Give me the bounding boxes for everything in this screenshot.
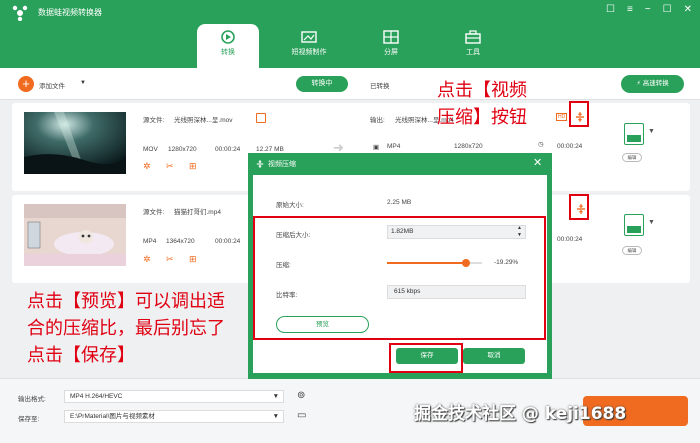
info-icon[interactable] [256, 113, 266, 123]
highlight-compress-1 [569, 101, 589, 127]
chevron-down-icon: ▼ [272, 393, 279, 400]
output-resolution: 1280x720 [454, 143, 483, 150]
add-file-button[interactable]: + [18, 76, 34, 92]
watermark: 掘金技术社区 @ keji1688 [414, 404, 627, 424]
cancel-button[interactable]: 取消 [463, 348, 525, 364]
source-resolution: 1364x720 [166, 238, 195, 245]
close-icon[interactable]: ✕ [684, 4, 692, 15]
output-format-select[interactable]: MP4 H.264/HEVC ▼ [64, 390, 284, 403]
source-size: 12.27 MB [256, 146, 284, 153]
add-file-label[interactable]: 添加文件 [39, 80, 65, 90]
annotation-line: 点击【预览】可以调出适 [27, 291, 225, 312]
tab-split-screen[interactable]: 分屏 [360, 24, 422, 68]
format-dropdown-icon[interactable]: ▼ [648, 219, 655, 226]
tab-short-video-label: 短视频制作 [291, 49, 327, 56]
source-duration: 00:00:24 [215, 146, 241, 153]
menu-icon[interactable]: ≡ [627, 4, 633, 15]
title-bar [0, 0, 700, 68]
source-label: 源文件: [143, 117, 165, 124]
window-controls: ☐ ≡ − ☐ ✕ [606, 4, 692, 15]
chevron-down-icon: ▼ [272, 413, 279, 420]
annotation-top-right: 点击【视频 压缩】按钮 [437, 77, 527, 131]
output-format: MP4 [387, 143, 401, 150]
source-file-name: 光线照深林...呈.mov [174, 117, 233, 124]
original-size-label: 原始大小: [276, 202, 304, 209]
effects-icon[interactable]: ✲ [143, 254, 151, 265]
folder-icon[interactable]: ▭ [297, 410, 306, 421]
clock-icon: ◷ [538, 141, 544, 148]
output-label: 输出: [370, 117, 385, 124]
subtitle-icon[interactable]: ⊞ [189, 254, 197, 265]
video-thumbnail-cat[interactable] [24, 204, 126, 266]
subtitle-icon[interactable]: ⊞ [189, 161, 197, 172]
edit-button[interactable]: 编辑 [622, 153, 642, 162]
tab-tools[interactable]: 工具 [442, 24, 504, 68]
tab-converted[interactable]: 已转换 [370, 80, 390, 90]
output-duration: 00:00:24 [557, 143, 583, 150]
tab-convert-label: 转换 [221, 49, 235, 56]
source-resolution: 1280x720 [168, 146, 197, 153]
hd-icon[interactable]: HD [556, 113, 568, 121]
tab-short-video[interactable]: 短视频制作 [278, 24, 340, 68]
compress-icon [256, 160, 264, 168]
output-duration: 00:00:24 [557, 236, 583, 243]
toolbox-icon [465, 30, 481, 44]
fast-convert-button[interactable]: ⚡ 高速转换 [621, 75, 684, 93]
feedback-icon[interactable]: ☐ [606, 4, 615, 15]
dialog-title: 视频压缩 [268, 161, 296, 168]
mp4-format-icon[interactable] [624, 123, 644, 145]
video-thumbnail-forest[interactable] [24, 112, 126, 174]
mp4-format-icon[interactable] [624, 214, 644, 236]
split-screen-icon [383, 30, 399, 44]
highlight-compress-2 [569, 194, 589, 220]
annotation-line: 点击【视频 [437, 80, 527, 101]
tab-split-screen-label: 分屏 [384, 49, 398, 56]
short-video-icon [301, 31, 317, 43]
save-path-value: E:\PrMaterial\图片与视频素材 [70, 413, 155, 420]
output-format-label: 输出格式: [18, 396, 46, 403]
cut-icon[interactable]: ✂ [166, 254, 174, 265]
edit-button[interactable]: 编辑 [622, 246, 642, 255]
maximize-icon[interactable]: ☐ [663, 4, 672, 15]
output-format-value: MP4 H.264/HEVC [70, 393, 123, 400]
source-file-name: 猫猫打哥们.mp4 [174, 209, 221, 216]
convert-icon [221, 30, 235, 44]
minimize-icon[interactable]: − [645, 4, 651, 15]
toolbar [0, 68, 700, 100]
original-size-value: 2.25 MB [387, 199, 412, 206]
dialog-close-icon[interactable]: ✕ [533, 156, 542, 169]
tab-converting[interactable]: 转换中 [296, 76, 348, 92]
settings-icon[interactable]: ⊚ [297, 390, 305, 401]
annotation-line: 合的压缩比，最后别忘了 [27, 318, 225, 339]
output-format-icon: ▣ [373, 144, 380, 151]
source-format: MP4 [143, 238, 157, 245]
highlight-save [389, 343, 463, 373]
highlight-compress-settings [253, 216, 546, 340]
effects-icon[interactable]: ✲ [143, 161, 151, 172]
fast-convert-label: 高速转换 [642, 80, 669, 87]
save-to-label: 保存至: [18, 416, 40, 423]
format-dropdown-icon[interactable]: ▼ [648, 128, 655, 135]
app-title: 数据蛙视频转换器 [38, 8, 102, 17]
source-format: MOV [143, 146, 158, 153]
source-label: 源文件: [143, 209, 165, 216]
save-path-select[interactable]: E:\PrMaterial\图片与视频素材 ▼ [64, 410, 284, 423]
tab-convert[interactable]: 转换 [197, 24, 259, 68]
annotation-line: 压缩】按钮 [437, 107, 527, 128]
annotation-line: 点击【保存】 [27, 345, 135, 366]
cut-icon[interactable]: ✂ [166, 161, 174, 172]
source-duration: 00:00:24 [215, 238, 241, 245]
app-logo-icon [12, 5, 28, 21]
chevron-down-icon[interactable]: ▼ [80, 80, 86, 86]
annotation-left: 点击【预览】可以调出适 合的压缩比，最后别忘了 点击【保存】 [27, 288, 225, 369]
tab-tools-label: 工具 [466, 49, 480, 56]
